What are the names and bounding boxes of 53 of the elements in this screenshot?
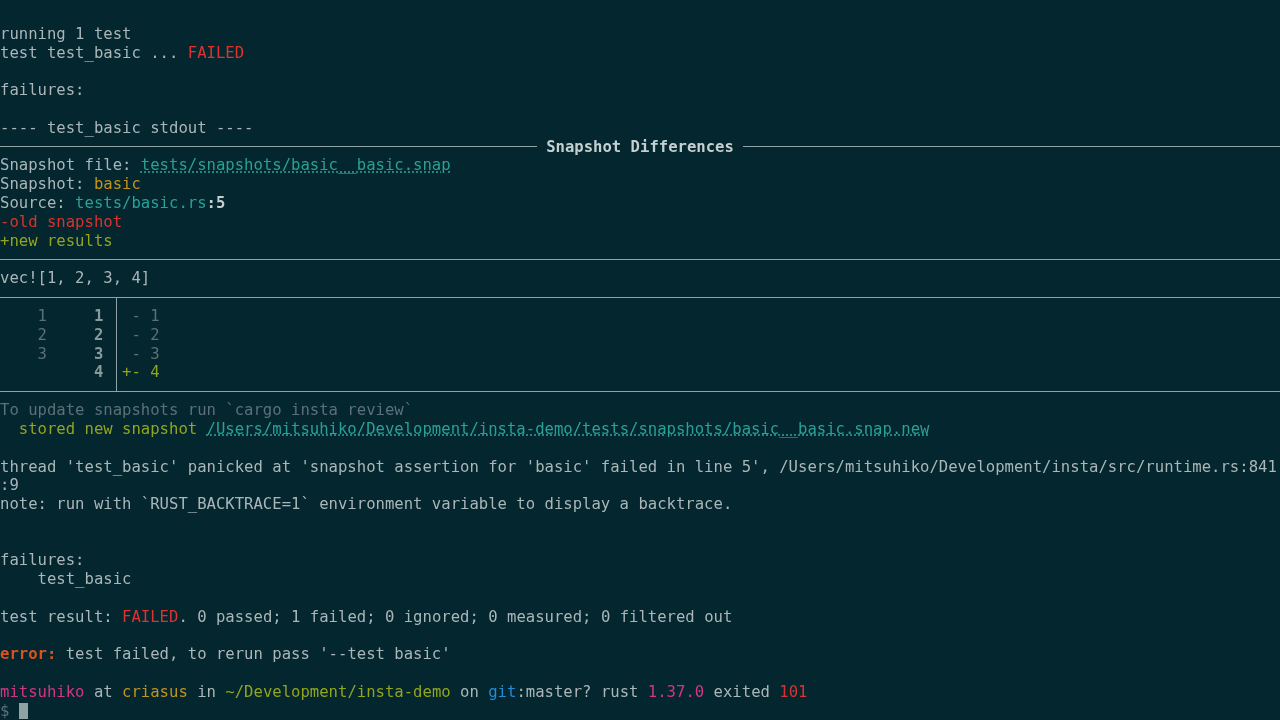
diff-line: - 3 (131, 344, 160, 364)
status-label: FAILED (187, 43, 245, 63)
output-text: :master? rust (516, 683, 640, 702)
directory-path: ~/Development/insta-demo (225, 683, 451, 702)
removed-legend: -old snapshot (0, 212, 123, 232)
added-marker: + (122, 363, 132, 382)
snapshot-name: basic (93, 175, 141, 194)
output-text: failures: (0, 81, 85, 100)
git-label: git (488, 683, 517, 702)
line-number: 3 (37, 344, 47, 363)
diff-line: - 1 (131, 306, 160, 326)
error-label: error: (0, 645, 57, 665)
line-number: 3 (93, 344, 104, 363)
output-text: Source: (0, 193, 67, 213)
output-text: test test_basic ... (0, 43, 180, 63)
line-number: 4 (93, 363, 104, 382)
added-text: stored new snapshot (17, 419, 199, 439)
output-text: Snapshot file: (0, 156, 133, 176)
status-label: FAILED (122, 607, 179, 627)
output-text: Snapshot: (0, 175, 86, 194)
diff-line: - 2 (131, 325, 160, 345)
file-path: /Users/mitsuhiko/Development/insta-demo/tests/snapshots/basic__basic.snap.new (206, 419, 930, 439)
output-text: test_basic (36, 570, 132, 590)
output-text: . 0 passed; 1 failed; 0 ignored; 0 measured; 0 filtered out (178, 607, 733, 627)
diff-line: - 4 (131, 363, 160, 383)
output-text: thread 'test_basic' panicked at 'snapshot assertion for 'basic' failed in line 5', /Users/mitsuhiko/Development/insta/src/runtime.rs:841 (0, 457, 1277, 477)
host-name: criasus (122, 683, 188, 702)
output-text: failures: (0, 551, 85, 571)
output-text: test result: (0, 607, 114, 627)
line-number: 1 (93, 306, 104, 325)
file-path: tests/snapshots/basic__basic.snap (140, 156, 451, 176)
hint-text: To update snapshots run `cargo insta review` (0, 401, 414, 420)
section-title: Snapshot Differences (545, 137, 735, 157)
output-text: test failed, to rerun pass '--test basic' (64, 645, 451, 665)
line-number: 2 (93, 325, 104, 344)
line-number: :5 (206, 193, 226, 213)
output-text: vec![1, 2, 3, 4] (0, 269, 151, 288)
output-text: note: run with `RUST_BACKTRACE=1` environment variable to display a backtrace. (0, 495, 733, 514)
output-text: on (459, 683, 480, 702)
source-path: tests/basic.rs (75, 193, 207, 213)
output-text: running 1 test (0, 24, 132, 44)
output-text: exited (712, 683, 771, 702)
output-text: at (92, 683, 114, 702)
output-text: :9 (0, 476, 19, 496)
version-text: 1.37.0 (647, 683, 705, 702)
output-text: ---- test_basic stdout ---- (0, 118, 254, 138)
user-name: mitsuhiko (0, 683, 85, 702)
hint-text: $ (0, 701, 11, 720)
exit-code: 101 (779, 683, 808, 702)
line-number: 2 (37, 325, 47, 344)
output-text: in (196, 683, 217, 702)
line-number: 1 (37, 306, 47, 325)
added-text: +new results (0, 231, 113, 251)
